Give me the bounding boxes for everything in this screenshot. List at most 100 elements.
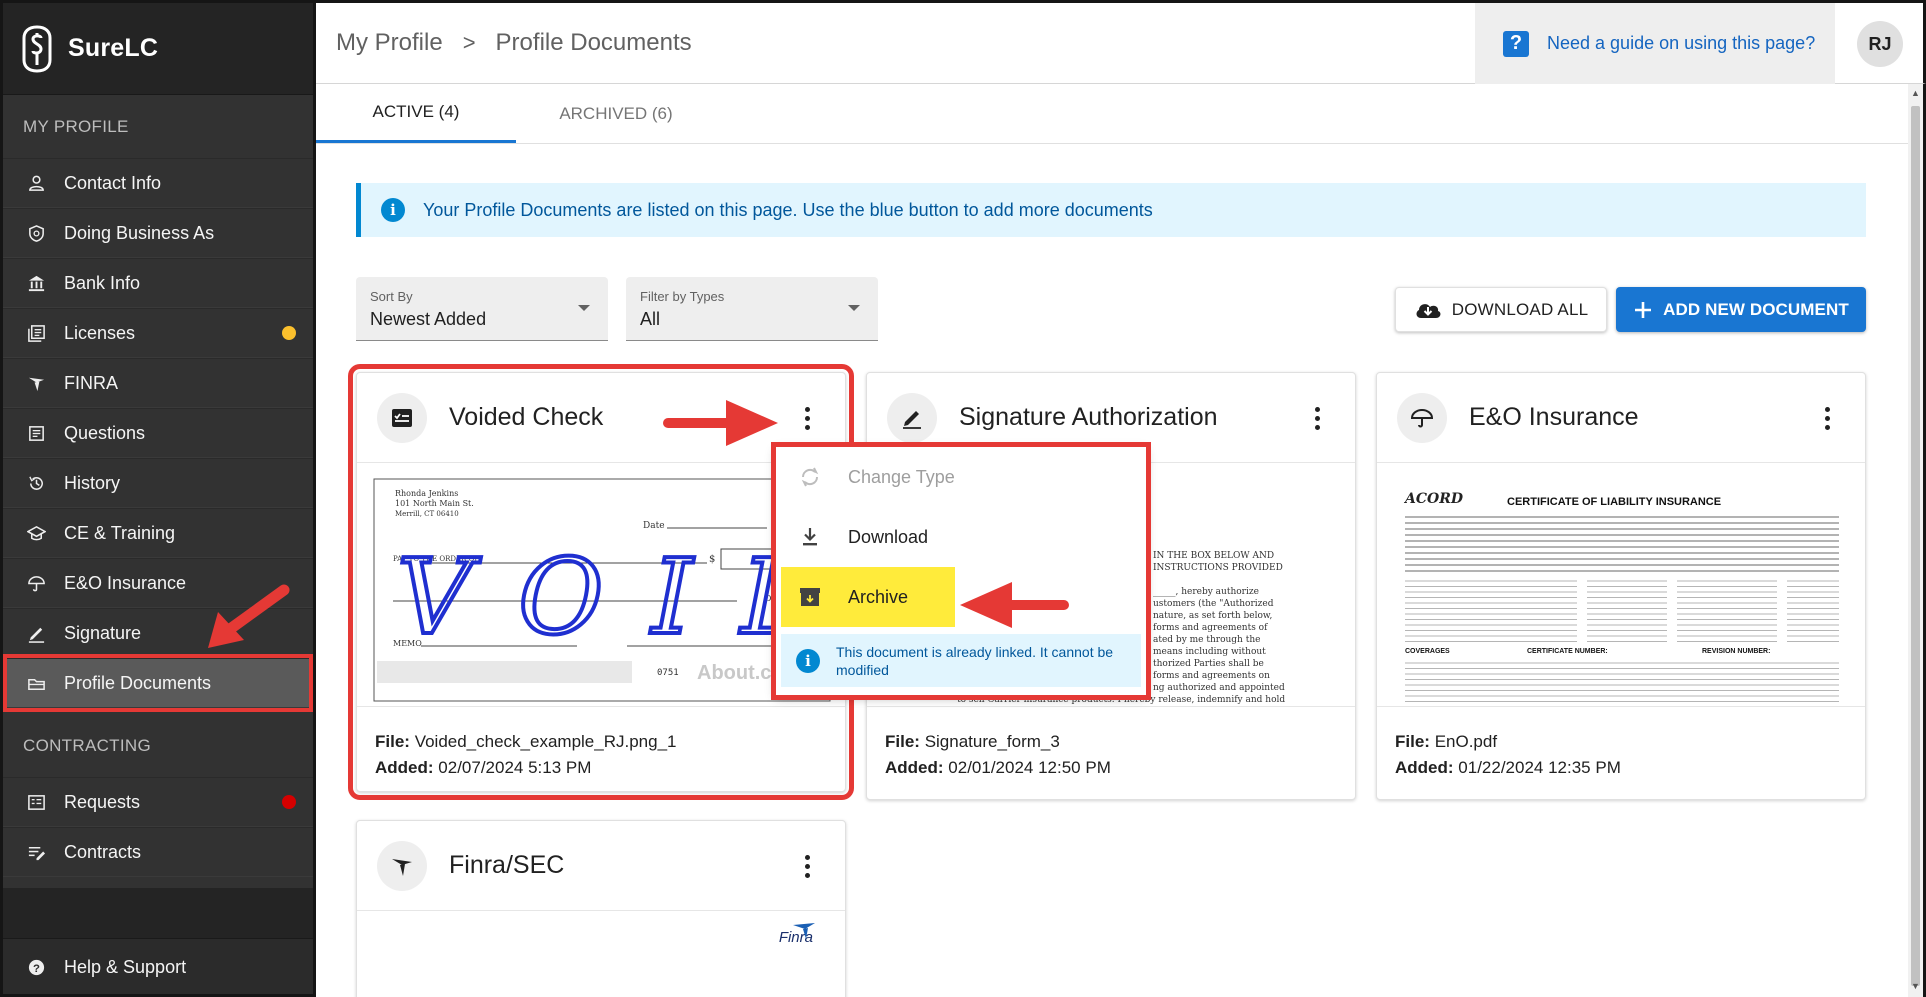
sort-by-value: Newest Added	[370, 309, 487, 329]
menu-item-label: Change Type	[848, 466, 955, 487]
eo-revision: REVISION NUMBER:	[1702, 648, 1770, 655]
eo-certificate-image: ACORD CERTIFICATE OF LIABILITY INSURANCE…	[1403, 491, 1839, 702]
bank-icon	[25, 272, 47, 294]
add-new-document-label: ADD NEW DOCUMENT	[1663, 299, 1849, 319]
check-micr: 0751	[657, 668, 679, 678]
annotation-arrow-kebab	[663, 400, 778, 446]
sidebar-item-licenses[interactable]: Licenses	[3, 308, 313, 358]
sidebar-item-label: Requests	[64, 791, 141, 812]
breadcrumb-root[interactable]: My Profile	[336, 29, 443, 57]
guide-text: Need a guide on using this page?	[1547, 33, 1816, 53]
card-preview-check[interactable]: Rhonda Jenkins 101 North Main St. Merril…	[357, 463, 845, 707]
graduation-cap-icon	[25, 522, 47, 544]
more-options-icon[interactable]	[805, 855, 811, 878]
umbrella-icon	[25, 572, 47, 594]
scroll-up-icon[interactable]: ▲	[1908, 88, 1923, 102]
card-title: E&O Insurance	[1469, 403, 1639, 431]
sidebar-item-finra[interactable]: FINRA	[3, 358, 313, 408]
sidebar-item-label: History	[64, 472, 121, 493]
sidebar-item-contact-info[interactable]: Contact Info	[3, 158, 313, 208]
plus-icon	[1635, 301, 1652, 318]
download-all-button[interactable]: DOWNLOAD ALL	[1395, 287, 1607, 332]
avatar[interactable]: RJ	[1857, 21, 1903, 67]
add-new-document-button[interactable]: ADD NEW DOCUMENT	[1616, 287, 1866, 332]
document-card-eo-insurance[interactable]: E&O Insurance ACORD CERTIFICATE OF LIABI…	[1376, 372, 1866, 800]
licenses-icon	[25, 322, 47, 344]
questions-icon	[25, 422, 47, 444]
document-context-menu: Change Type Download Archive i This docu…	[771, 442, 1151, 700]
question-icon: ?	[1503, 30, 1529, 57]
section-my-profile: MY PROFILE	[23, 116, 129, 136]
sidebar-item-questions[interactable]: Questions	[3, 408, 313, 458]
file-name: Voided_check_example_RJ.png_1	[414, 732, 677, 751]
added-date: 02/01/2024 12:50 PM	[948, 758, 1111, 777]
sidebar-item-profile-documents[interactable]: Profile Documents	[3, 654, 313, 712]
menu-item-archive[interactable]: Archive	[781, 567, 955, 627]
tab-active[interactable]: ACTIVE (4)	[316, 84, 516, 143]
check-preview-image: Rhonda Jenkins 101 North Main St. Merril…	[373, 478, 831, 702]
more-options-icon[interactable]	[1825, 407, 1831, 430]
card-footer: File: Signature_form_3 Added: 02/01/2024…	[867, 707, 1355, 803]
card-footer: File: Voided_check_example_RJ.png_1 Adde…	[357, 707, 845, 803]
pen-icon	[887, 392, 937, 443]
sidebar-item-label: Questions	[64, 422, 146, 443]
more-options-icon[interactable]	[805, 407, 811, 430]
eo-cert-number: CERTIFICATE NUMBER:	[1527, 648, 1608, 655]
sidebar-item-requests[interactable]: Requests	[3, 777, 313, 827]
acord-logo: ACORD	[1403, 491, 1464, 507]
scrollbar[interactable]: ▲ ▼	[1908, 84, 1926, 997]
sidebar-item-history[interactable]: History	[3, 458, 313, 508]
menu-item-download[interactable]: Download	[776, 507, 1146, 567]
sidebar-item-doing-business-as[interactable]: Doing Business As	[3, 208, 313, 258]
sig-line-4: ustomers (the "Authorized	[1153, 599, 1274, 609]
sidebar-item-bank-info[interactable]: Bank Info	[3, 258, 313, 308]
help-icon: ?	[25, 956, 47, 978]
svg-text:?: ?	[33, 962, 40, 974]
more-options-icon[interactable]	[1315, 407, 1321, 430]
info-banner: i Your Profile Documents are listed on t…	[356, 183, 1866, 237]
card-title: Signature Authorization	[959, 403, 1218, 431]
sidebar-item-help-support[interactable]: ? Help & Support	[3, 939, 313, 995]
breadcrumb: My Profile > Profile Documents	[316, 29, 692, 57]
sig-line-8: means including without	[1153, 647, 1266, 657]
document-card-finra-sec[interactable]: Finra/SEC Finra	[356, 820, 846, 997]
sidebar-item-label: Signature	[64, 622, 142, 643]
filter-types-select[interactable]: Filter by Types All	[626, 277, 878, 341]
sig-line-9: thorized Parties shall be	[1153, 659, 1264, 669]
finra-logo-mark-icon	[793, 923, 815, 939]
brand[interactable]: SureLC	[3, 3, 313, 95]
contracts-icon	[25, 841, 47, 863]
sidebar-footer: ? Help & Support	[3, 938, 313, 994]
card-preview-eo[interactable]: ACORD CERTIFICATE OF LIABILITY INSURANCE…	[1377, 463, 1865, 707]
sidebar-item-contracts[interactable]: Contracts	[3, 827, 313, 877]
finra-icon	[377, 840, 427, 891]
section-contracting: CONTRACTING	[23, 735, 151, 755]
check-watermark: About.c	[697, 662, 771, 684]
card-header: E&O Insurance	[1377, 373, 1865, 463]
sig-line-1: IN THE BOX BELOW AND	[1153, 551, 1275, 561]
scroll-down-icon[interactable]: ▼	[1908, 981, 1923, 995]
header: My Profile > Profile Documents ? Need a …	[316, 0, 1926, 84]
sig-line-7: ated by me through the	[1153, 635, 1261, 645]
sidebar-item-ce-training[interactable]: CE & Training	[3, 508, 313, 558]
tab-archived[interactable]: ARCHIVED (6)	[516, 84, 716, 143]
info-icon: i	[796, 648, 820, 673]
card-preview-finra[interactable]: Finra	[357, 911, 845, 997]
umbrella-icon	[1397, 392, 1447, 443]
sort-by-select[interactable]: Sort By Newest Added	[356, 277, 608, 341]
sidebar-item-label: Licenses	[64, 322, 136, 343]
sidebar-item-label: Help & Support	[64, 956, 187, 977]
scroll-thumb[interactable]	[1911, 106, 1920, 986]
breadcrumb-current: Profile Documents	[495, 29, 692, 56]
file-label: File:	[885, 732, 920, 751]
sig-line-3: _____, hereby authorize	[1153, 587, 1259, 597]
file-name: EnO.pdf	[1434, 732, 1498, 751]
menu-item-change-type[interactable]: Change Type	[776, 447, 1146, 507]
guide-link[interactable]: ? Need a guide on using this page?	[1475, 3, 1835, 84]
added-label: Added:	[885, 758, 944, 777]
badge-icon	[25, 222, 47, 244]
sidebar-item-label: Contact Info	[64, 172, 162, 193]
check-name: Rhonda Jenkins	[395, 489, 458, 498]
menu-item-label: Download	[848, 526, 929, 547]
menu-info-banner: i This document is already linked. It ca…	[781, 634, 1141, 687]
